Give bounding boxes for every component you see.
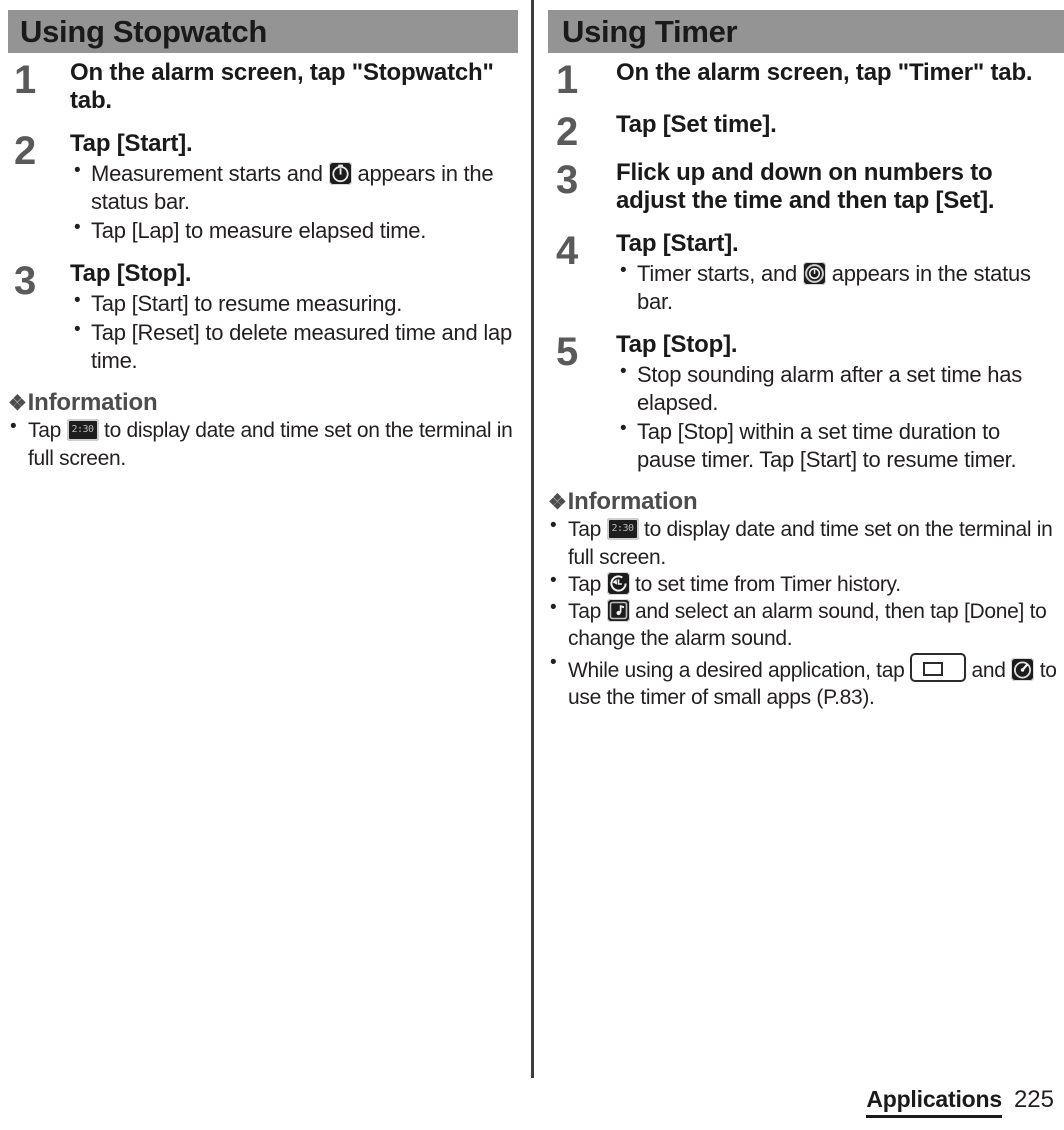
timer-history-icon: [606, 571, 630, 595]
step-number: 4: [556, 228, 579, 273]
step-number: 1: [556, 58, 579, 102]
info-text-before: Tap: [568, 572, 607, 596]
bullet-text: Tap [Reset] to delete measured time and …: [91, 320, 512, 373]
step-body: On the alarm screen, tap "Timer" tab.: [616, 59, 1064, 87]
footer-page-number: 225: [1013, 1086, 1054, 1113]
information-heading-label: Information: [567, 487, 698, 515]
info-text-before: Tap: [568, 518, 607, 542]
information-block-timer: ❖Information Tap 2:30 to display date an…: [548, 487, 1064, 712]
info-text-after: to set time from Timer history.: [629, 572, 901, 596]
step-title: Tap [Start].: [616, 229, 739, 257]
step-item: 5 Tap [Stop]. Stop sounding alarm after …: [548, 331, 1064, 475]
bullet-item: Tap [Start] to resume measuring.: [70, 289, 518, 318]
information-item: Tap 2:30 to display date and time set on…: [548, 514, 1064, 571]
information-item: Tap to set time from Timer history.: [548, 569, 1064, 598]
bullet-item: Stop sounding alarm after a set time has…: [616, 360, 1064, 417]
step-item: 4 Tap [Start]. Timer starts, and app: [548, 230, 1064, 317]
information-block-stopwatch: ❖Information Tap 2:30 to display date an…: [8, 388, 518, 472]
section-header-stopwatch: Using Stopwatch: [8, 10, 518, 53]
timer-status-icon: [802, 261, 826, 285]
bullet-item: Tap [Stop] within a set time duration to…: [616, 417, 1064, 474]
step-title: Flick up and down on numbers to adjust t…: [616, 159, 995, 215]
info-text-before: Tap: [568, 600, 607, 624]
information-list: Tap 2:30 to display date and time set on…: [548, 514, 1064, 712]
clock-digits: 2:30: [71, 424, 94, 436]
step-body: Tap [Set time].: [616, 111, 1064, 139]
info-text-after: and select an alarm sound, then tap [Don…: [568, 600, 1047, 651]
step-item: 2 Tap [Set time].: [548, 110, 1064, 154]
step-item: 1 On the alarm screen, tap "Timer" tab.: [548, 58, 1064, 102]
bullet-item: Tap [Lap] to measure elapsed time.: [70, 216, 518, 245]
bullet-text-before: Measurement starts and: [91, 160, 329, 186]
bullet-text: Tap [Lap] to measure elapsed time.: [91, 217, 427, 243]
step-title: On the alarm screen, tap "Stopwatch" tab…: [70, 59, 494, 115]
information-item: While using a desired application, tap a…: [548, 651, 1064, 712]
alarm-sound-icon: [606, 599, 630, 623]
step-title: On the alarm screen, tap "Timer" tab.: [616, 59, 1033, 86]
manual-page: Using Stopwatch 1 On the alarm screen, t…: [0, 0, 1064, 1130]
digital-clock-icon: 2:30: [66, 419, 99, 442]
step-body: On the alarm screen, tap "Stopwatch" tab…: [70, 59, 518, 116]
step-item: 2 Tap [Start]. Measurement starts and: [8, 130, 518, 246]
step-title: Tap [Stop].: [70, 259, 192, 287]
step-number: 3: [556, 158, 579, 202]
step-number: 5: [556, 329, 579, 374]
information-heading: ❖ Information: [548, 487, 1064, 515]
step-item: 1 On the alarm screen, tap "Stopwatch" t…: [8, 59, 518, 116]
step-item: 3 Flick up and down on numbers to adjust…: [548, 159, 1064, 216]
step-body: Tap [Stop]. Tap [Start] to resume measur…: [70, 260, 518, 376]
recent-apps-key-icon: [910, 652, 967, 682]
step-title: Tap [Set time].: [616, 111, 777, 138]
page-footer: Applications 225: [866, 1086, 1054, 1118]
steps-list-stopwatch: 1 On the alarm screen, tap "Stopwatch" t…: [8, 59, 518, 376]
section-title: Using Stopwatch: [20, 14, 267, 49]
stopwatch-status-icon: [328, 161, 352, 185]
bullet-item: Tap [Reset] to delete measured time and …: [70, 318, 518, 375]
recent-apps-rect-front: [923, 661, 944, 676]
step-bullets: Tap [Start] to resume measuring. Tap [Re…: [70, 289, 518, 375]
information-list: Tap 2:30 to display date and time set on…: [8, 415, 518, 472]
step-item: 3 Tap [Stop]. Tap [Start] to resume meas…: [8, 260, 518, 376]
right-column: Using Timer 1 On the alarm screen, tap "…: [548, 0, 1064, 711]
left-column: Using Stopwatch 1 On the alarm screen, t…: [8, 0, 518, 472]
information-item: Tap 2:30 to display date and time set on…: [8, 415, 518, 472]
bullet-item: Timer starts, and appears in the status …: [616, 259, 1064, 316]
info-text-before: Tap: [28, 419, 67, 443]
step-number: 3: [14, 258, 37, 303]
section-title: Using Timer: [562, 14, 738, 49]
bullet-text-before: Timer starts, and: [637, 260, 803, 286]
section-header-timer: Using Timer: [548, 10, 1064, 53]
step-body: Flick up and down on numbers to adjust t…: [616, 159, 1064, 216]
step-title: Tap [Start].: [70, 129, 193, 157]
step-body: Tap [Start]. Timer starts, and appears i…: [616, 230, 1064, 317]
clock-digits: 2:30: [611, 523, 634, 535]
info-text-after: to display date and time set on the term…: [28, 419, 513, 470]
info-text-middle: and: [966, 658, 1012, 682]
information-item: Tap and select an alarm sound, then tap …: [548, 596, 1064, 653]
step-number: 1: [14, 58, 37, 102]
column-divider: [531, 0, 534, 1078]
diamond-icon: ❖: [548, 490, 567, 514]
step-number: 2: [14, 128, 37, 173]
bullet-item: Measurement starts and appears in the st…: [70, 159, 518, 216]
step-bullets: Timer starts, and appears in the status …: [616, 259, 1064, 316]
bullet-text: Tap [Stop] within a set time duration to…: [637, 419, 1017, 472]
step-body: Tap [Start]. Measurement starts and appe…: [70, 130, 518, 246]
small-apps-timer-icon: [1011, 657, 1035, 681]
step-bullets: Stop sounding alarm after a set time has…: [616, 360, 1064, 474]
step-bullets: Measurement starts and appears in the st…: [70, 159, 518, 245]
diamond-icon: ❖: [8, 391, 27, 415]
information-heading-label: Information: [27, 388, 158, 416]
digital-clock-icon: 2:30: [606, 518, 639, 541]
step-body: Tap [Stop]. Stop sounding alarm after a …: [616, 331, 1064, 475]
info-text-after: to display date and time set on the term…: [568, 518, 1053, 569]
information-heading: ❖ Information: [8, 388, 518, 416]
steps-list-timer: 1 On the alarm screen, tap "Timer" tab. …: [548, 59, 1064, 475]
step-title: Tap [Stop].: [616, 330, 738, 358]
info-text-before: While using a desired application, tap: [568, 658, 911, 682]
bullet-text: Stop sounding alarm after a set time has…: [637, 362, 1022, 416]
footer-section-label: Applications: [866, 1086, 1002, 1118]
bullet-text: Tap [Start] to resume measuring.: [91, 291, 403, 317]
step-number: 2: [556, 110, 579, 154]
